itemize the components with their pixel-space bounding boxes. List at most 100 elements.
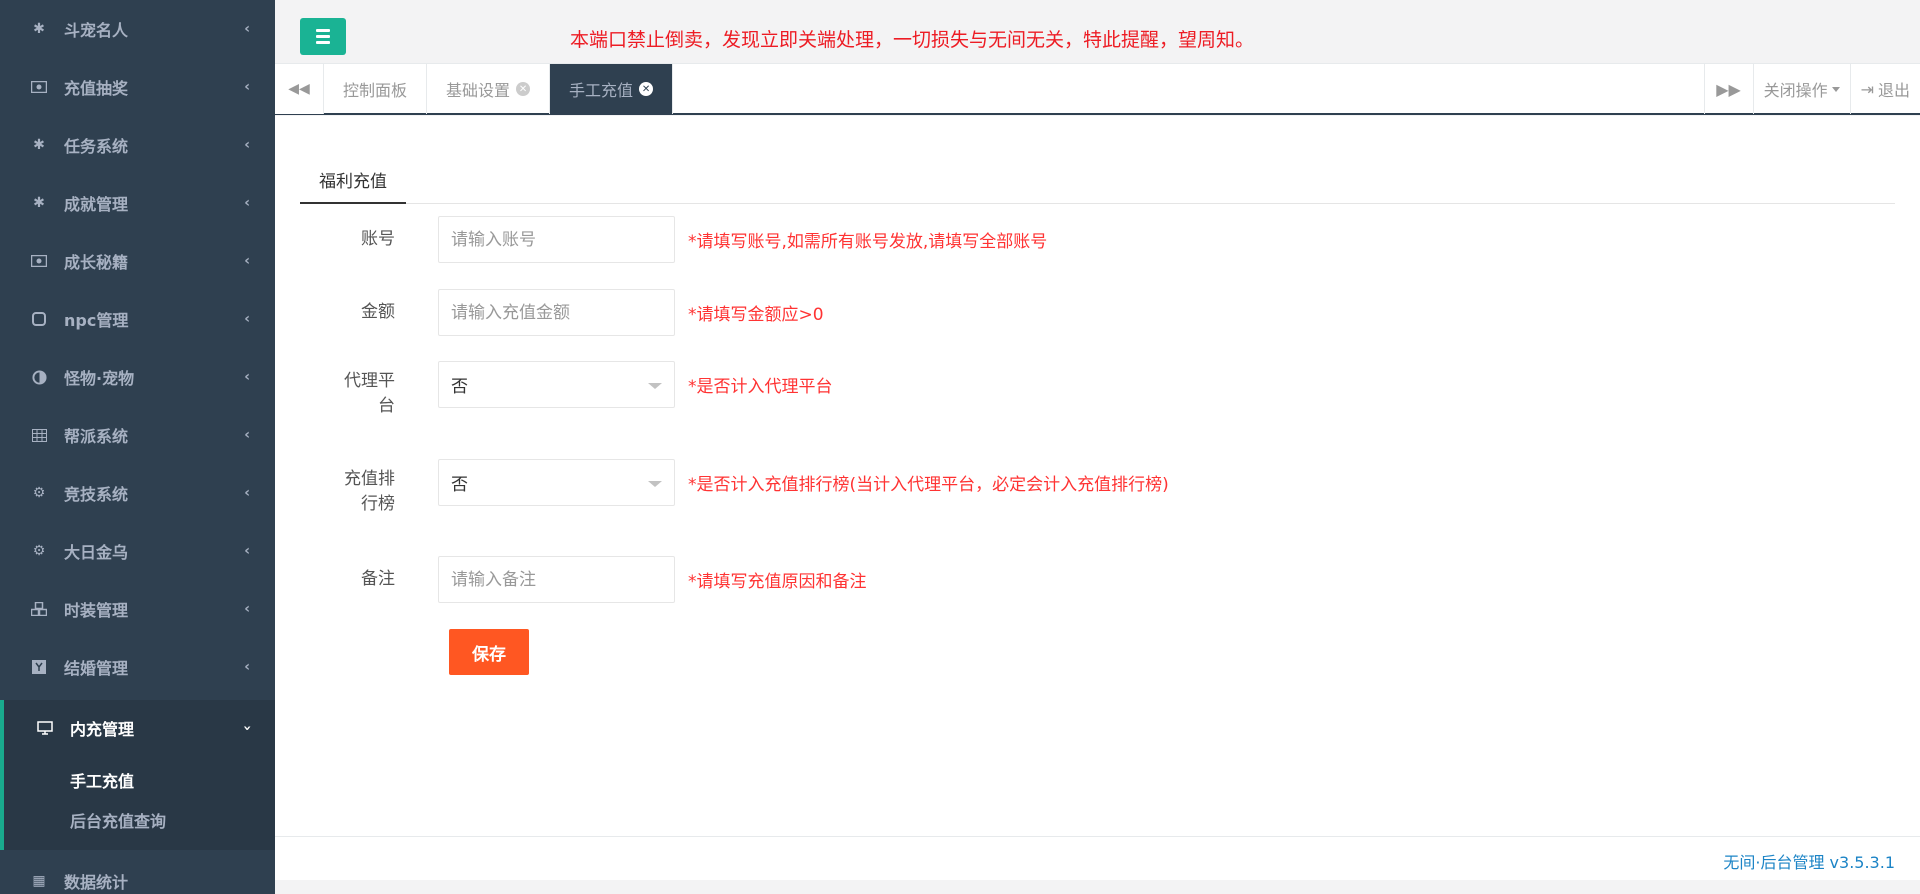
remark-label: 备注 <box>361 569 395 589</box>
menu-toggle-button[interactable] <box>300 18 346 55</box>
sidebar-item-task-system[interactable]: ✱ 任务系统 ‹ <box>0 116 275 174</box>
caret-down-icon <box>1831 86 1840 92</box>
account-hint: *请填写账号,如需所有账号发放,请填写全部账号 <box>688 232 1048 252</box>
tab-scroll-right-button[interactable]: ▶▶ <box>1703 64 1753 114</box>
sidebar-item-label: 帮派系统 <box>64 427 129 446</box>
footer-version-text: 无间·后台管理 v3.5.3.1 <box>1723 853 1895 872</box>
amount-row: 金额 *请填写金额应>0 <box>300 289 1500 337</box>
account-input[interactable] <box>438 216 675 263</box>
sidebar-item-monster-pet[interactable]: 怪物·宠物 ‹ <box>0 348 275 406</box>
main-content: 福利充值 账号 *请填写账号,如需所有账号发放,请填写全部账号 金额 *请填写金… <box>275 116 1920 836</box>
account-row: 账号 *请填写账号,如需所有账号发放,请填写全部账号 <box>300 216 1500 264</box>
close-icon[interactable]: ✕ <box>516 82 531 96</box>
chevron-left-icon: ‹ <box>244 427 250 443</box>
sidebar-item-label: 大日金乌 <box>64 543 129 562</box>
close-icon[interactable]: ✕ <box>639 82 654 96</box>
sidebar-item-label: 任务系统 <box>64 137 129 156</box>
agent-platform-label-line2: 台 <box>378 396 395 416</box>
backward-icon: ◀◀ <box>288 81 310 97</box>
square-icon <box>30 310 48 328</box>
chevron-left-icon: ‹ <box>244 659 250 675</box>
amount-hint: *请填写金额应>0 <box>688 305 824 325</box>
bottom-strip <box>275 880 1920 894</box>
remark-input[interactable] <box>438 556 675 603</box>
logout-label: 退出 <box>1877 81 1910 100</box>
close-operations-dropdown[interactable]: 关闭操作 <box>1752 64 1850 114</box>
tab-scroll-left-button[interactable]: ◀◀ <box>275 64 324 114</box>
cogs-icon: ⚙ <box>32 485 46 501</box>
chevron-left-icon: ‹ <box>244 195 250 211</box>
sidebar-item-achievement[interactable]: ✱ 成就管理 ‹ <box>0 174 275 232</box>
forward-icon: ▶▶ <box>1716 79 1741 99</box>
recharge-rank-select[interactable]: 否 <box>438 459 675 506</box>
chevron-left-icon: ‹ <box>244 21 250 37</box>
sidebar-subitem-manual-recharge[interactable]: 手工充值 <box>4 762 275 802</box>
recharge-rank-row: 充值排 行榜 否 *是否计入充值排行榜(当计入代理平台，必定会计入充值排行榜) <box>300 459 1500 539</box>
close-ops-label: 关闭操作 <box>1763 81 1828 100</box>
chevron-left-icon: ‹ <box>244 601 250 617</box>
sidebar-item-marriage[interactable]: 结婚管理 ‹ <box>0 638 275 696</box>
sidebar-item-growth[interactable]: 成长秘籍 ‹ <box>0 232 275 290</box>
sidebar-item-arena[interactable]: ⚙ 竞技系统 ‹ <box>0 464 275 522</box>
recharge-rank-label: 充值排 行榜 <box>300 467 395 517</box>
top-header: 本端口禁止倒卖，发现立即关端处理，一切损失与无间无关，特此提醒，望周知。 <box>275 0 1920 63</box>
sidebar-item-recharge-lottery[interactable]: 充值抽奖 ‹ <box>0 58 275 116</box>
sidebar-item-label: npc管理 <box>64 311 129 330</box>
remark-row: 备注 *请填写充值原因和备注 <box>300 556 1500 604</box>
logout-button[interactable]: ⇥ 退出 <box>1849 64 1920 114</box>
sidebar-item-label: 怪物·宠物 <box>64 369 135 388</box>
agent-platform-hint: *是否计入代理平台 <box>688 377 833 397</box>
sidebar-item-douchong[interactable]: ✱ 斗宠名人 ‹ <box>0 0 275 58</box>
sidebar-submenu: 手工充值 后台充值查询 <box>0 756 275 850</box>
remark-hint: *请填写充值原因和备注 <box>688 572 867 592</box>
sidebar-item-npc[interactable]: npc管理 ‹ <box>0 290 275 348</box>
sidebar-item-guild[interactable]: 帮派系统 ‹ <box>0 406 275 464</box>
warning-notice: 本端口禁止倒卖，发现立即关端处理，一切损失与无间无关，特此提醒，望周知。 <box>570 29 1255 51</box>
desktop-icon <box>36 719 54 737</box>
sign-out-icon: ⇥ <box>1860 79 1874 99</box>
save-button[interactable]: 保存 <box>449 629 529 675</box>
recharge-rank-label-line1: 充值排 <box>344 469 395 489</box>
recharge-rank-hint: *是否计入充值排行榜(当计入代理平台，必定会计入充值排行榜) <box>688 475 1169 495</box>
tab-label: 基础设置 <box>446 81 511 100</box>
agent-platform-label-line1: 代理平 <box>344 371 395 391</box>
money-icon <box>30 78 48 96</box>
chevron-left-icon: ‹ <box>244 369 250 385</box>
sidebar-item-label: 成就管理 <box>64 195 129 214</box>
amount-input[interactable] <box>438 289 675 336</box>
sidebar: ✱ 斗宠名人 ‹ 充值抽奖 ‹ ✱ 任务系统 ‹ ✱ 成就管理 ‹ 成长秘籍 ‹… <box>0 0 275 894</box>
chevron-left-icon: ‹ <box>244 485 250 501</box>
bars-icon <box>316 41 330 44</box>
chevron-left-icon: ‹ <box>244 543 250 559</box>
tab-dashboard[interactable]: 控制面板 <box>324 64 428 114</box>
sidebar-item-fashion[interactable]: 时装管理 ‹ <box>0 580 275 638</box>
agent-platform-value: 否 <box>451 377 468 397</box>
sidebar-item-label: 数据统计 <box>64 873 129 892</box>
tab-label: 手工充值 <box>569 81 634 100</box>
sidebar-item-recharge-mgmt[interactable]: 内充管理 › <box>0 700 275 756</box>
yc-icon <box>30 658 48 676</box>
cogs-icon: ⚙ <box>32 543 46 559</box>
sidebar-item-sun-crow[interactable]: ⚙ 大日金乌 ‹ <box>0 522 275 580</box>
tab-bar: ◀◀ 控制面板 基础设置 ✕ 手工充值 ✕ ▶▶ 关闭操作 ⇥ 退出 <box>275 63 1920 115</box>
agent-platform-select[interactable]: 否 <box>438 361 675 408</box>
panel-tab-welfare-recharge[interactable]: 福利充值 <box>300 156 406 204</box>
tab-manual-recharge[interactable]: 手工充值 ✕ <box>550 64 674 114</box>
amount-label: 金额 <box>361 302 395 322</box>
chevron-down-icon: › <box>239 725 256 731</box>
tab-basic-settings[interactable]: 基础设置 ✕ <box>427 64 551 114</box>
caret-down-icon <box>648 383 662 389</box>
chevron-left-icon: ‹ <box>244 79 250 95</box>
asterisk-icon: ✱ <box>33 21 45 37</box>
sidebar-item-label: 竞技系统 <box>64 485 129 504</box>
asterisk-icon: ✱ <box>33 137 45 153</box>
asterisk-icon: ✱ <box>33 195 45 211</box>
panel-tab-bar: 福利充值 <box>300 156 1895 204</box>
table-icon <box>30 426 48 444</box>
sidebar-item-label: 成长秘籍 <box>64 253 129 272</box>
chevron-left-icon: ‹ <box>244 137 250 153</box>
chart-icon: ▦ <box>32 873 46 889</box>
sidebar-item-statistics[interactable]: ▦ 数据统计 <box>0 852 275 894</box>
sidebar-subitem-recharge-query[interactable]: 后台充值查询 <box>4 802 275 842</box>
chevron-left-icon: ‹ <box>244 311 250 327</box>
